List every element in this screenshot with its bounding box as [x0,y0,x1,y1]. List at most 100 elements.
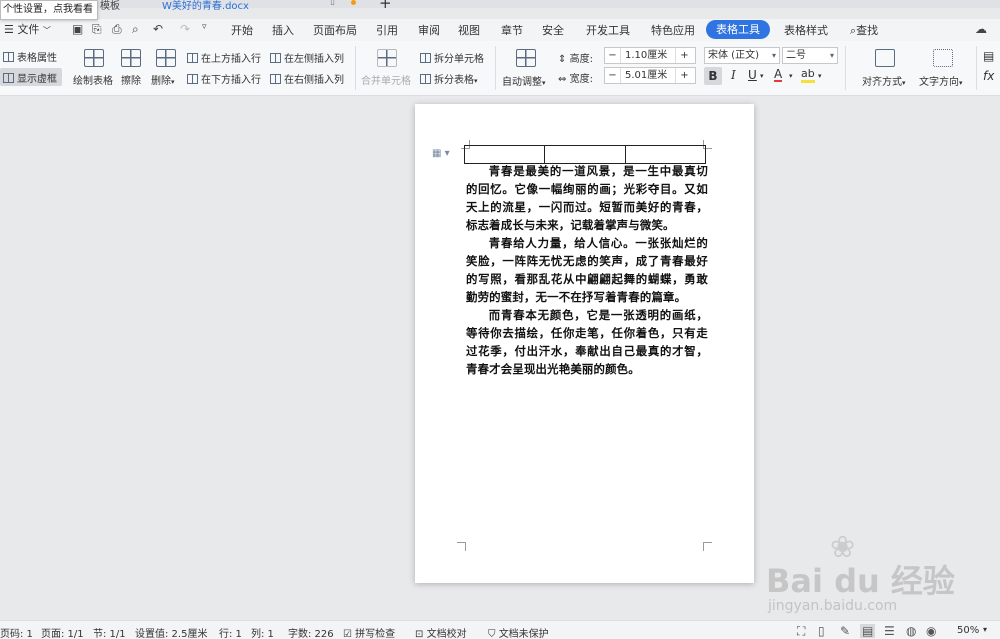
document-page[interactable]: ▦ ▾ 青春是最美的一道风景，是一生中最真切的回忆。它像一幅绚丽的画；光彩夺目。… [415,104,754,583]
export-icon[interactable]: ⎘ [92,22,102,37]
font-name-select[interactable]: 宋体 (正文) ▾ [704,47,780,64]
fullscreen-icon[interactable]: ⛶ [797,624,805,639]
status-setting[interactable]: 设置值: 2.5厘米 [135,625,207,639]
insert-row-above-button[interactable]: 在上方插入行 [187,50,261,65]
align-icon[interactable] [875,49,895,67]
zoom-level[interactable]: 50% [957,625,979,636]
increment-button[interactable]: + [675,68,693,83]
status-page-code[interactable]: 页码: 1 [0,625,33,639]
outline-view-icon[interactable]: ☰ [884,624,895,638]
cloud-icon[interactable]: ☁ [975,22,987,36]
menu-table-style[interactable]: 表格样式 [784,22,828,38]
row-height-value[interactable]: 1.10厘米 [621,48,675,63]
col-width-value[interactable]: 5.01厘米 [621,68,675,83]
table-move-handle-icon[interactable]: ▦ ▾ [432,148,450,159]
show-gridlines-button[interactable]: 显示虚框 [3,70,57,85]
eye-protection-icon[interactable]: ◉ [926,624,936,638]
web-view-icon[interactable]: ◍ [906,624,916,638]
increment-button[interactable]: + [675,48,693,63]
menu-security[interactable]: 安全 [542,22,564,38]
insert-col-right-button[interactable]: 在右侧插入列 [270,71,344,86]
edit-mode-icon[interactable]: ✎ [840,624,850,638]
chevron-down-icon[interactable]: ▾ [983,625,987,634]
table-cell[interactable] [624,145,707,164]
read-mode-icon[interactable]: ▯ [818,624,825,638]
proofread-button[interactable]: ⊡ 文档校对 [415,625,467,639]
pin-icon[interactable]: ▯ [330,0,335,7]
insert-col-left-button[interactable]: 在左侧插入列 [270,50,344,65]
save-icon[interactable]: ▣ [72,22,83,36]
decrement-button[interactable]: − [605,48,621,63]
chevron-down-icon[interactable]: ▾ [789,72,793,80]
underline-button[interactable]: U [748,68,757,82]
italic-button[interactable]: I [731,68,736,82]
merge-cells-icon[interactable] [377,49,397,67]
file-menu-button[interactable]: ☰ 文件 ﹀ [4,21,51,37]
draw-table-icon[interactable] [84,49,104,67]
menu-start[interactable]: 开始 [231,22,253,38]
split-table-button[interactable]: 拆分表格▾ [420,71,478,86]
font-size-select[interactable]: 二号 ▾ [782,47,838,64]
paragraph[interactable]: 青春给人力量，给人信心。一张张灿烂的笑脸，一阵阵无忧无虑的笑声，成了青春最好的写… [466,234,708,306]
page-view-icon[interactable]: ▤ [860,624,876,638]
chevron-down-icon[interactable]: ▾ [818,72,822,80]
col-width-stepper[interactable]: −5.01厘米 + [604,67,696,84]
menu-page-layout[interactable]: 页面布局 [313,22,357,38]
redo-icon[interactable]: ↷ [180,22,190,36]
print-preview-icon[interactable]: ⌕ [132,22,139,37]
text-direction-button[interactable]: 文字方向▾ [919,73,963,88]
paragraph[interactable]: 而青春本无颜色，它是一张透明的画纸，等待你去描绘，任你走笔，任你着色，只有走过花… [466,306,708,378]
table-properties-icon [3,52,14,62]
row-height-stepper[interactable]: −1.10厘米 + [604,47,696,64]
font-color-button[interactable]: A [774,68,783,82]
menu-view[interactable]: 视图 [458,22,480,38]
table-cell[interactable] [463,145,546,164]
status-row[interactable]: 行: 1 [219,625,242,639]
decrement-button[interactable]: − [605,68,621,83]
menu-developer[interactable]: 开发工具 [586,22,630,38]
eraser-icon[interactable] [121,49,141,67]
split-table-label: 拆分表格 [434,75,474,86]
status-pages[interactable]: 页面: 1/1 [41,625,84,639]
menu-references[interactable]: 引用 [376,22,398,38]
menu-insert[interactable]: 插入 [272,22,294,38]
status-section[interactable]: 节: 1/1 [93,625,126,639]
tab-document[interactable]: W美好的青春.docx [162,0,249,12]
status-col[interactable]: 列: 1 [251,625,274,639]
protect-status-button[interactable]: ⛉ 文档未保护 [488,625,549,639]
undo-icon[interactable]: ↶ [153,22,163,36]
insert-col-right-icon [270,74,281,84]
align-button[interactable]: 对齐方式▾ [862,73,906,88]
print-icon[interactable]: ⎙ [112,22,122,37]
bold-button[interactable]: B [704,67,722,85]
personalize-tooltip[interactable]: 个性设置，点我看看 [0,0,98,20]
paragraph[interactable]: 青春是最美的一道风景，是一生中最真切的回忆。它像一幅绚丽的画；光彩夺目。又如天上… [466,162,708,234]
delete-button[interactable]: 删除▾ [151,72,175,87]
text-direction-icon[interactable] [933,49,953,67]
draw-table-button[interactable]: 绘制表格 [73,72,113,87]
auto-fit-icon[interactable] [516,49,536,67]
spell-check-button[interactable]: ☑ 拼写检查 [343,625,395,639]
table-properties-button[interactable]: 表格属性 [3,49,57,64]
menu-review[interactable]: 审阅 [418,22,440,38]
menu-features[interactable]: 特色应用 [651,22,695,38]
erase-button[interactable]: 擦除 [121,72,141,87]
table-cell[interactable] [544,145,626,164]
merge-cells-button[interactable]: 合并单元格 [361,72,411,87]
menu-chapter[interactable]: 章节 [501,22,523,38]
highlight-button[interactable]: ab [801,68,815,83]
fx-button[interactable]: fx [983,69,994,83]
formula-icon[interactable]: ▤ [983,49,994,63]
new-tab-button[interactable]: + [379,0,392,12]
chevron-down-icon[interactable]: ▾ [760,72,764,80]
delete-table-icon[interactable] [156,49,176,67]
document-body[interactable]: 青春是最美的一道风景，是一生中最真切的回忆。它像一幅绚丽的画；光彩夺目。又如天上… [466,162,708,378]
auto-fit-button[interactable]: 自动调整▾ [502,73,546,88]
split-cells-button[interactable]: 拆分单元格 [420,50,484,65]
status-word-count[interactable]: 字数: 226 [288,625,334,639]
insert-row-below-button[interactable]: 在下方插入行 [187,71,261,86]
search-button[interactable]: ⌕查找 [850,22,878,38]
tab-template[interactable]: 模板 [100,0,120,12]
menu-table-tools[interactable]: 表格工具 [706,20,770,39]
customize-toolbar-icon[interactable]: ▿ [202,22,207,32]
